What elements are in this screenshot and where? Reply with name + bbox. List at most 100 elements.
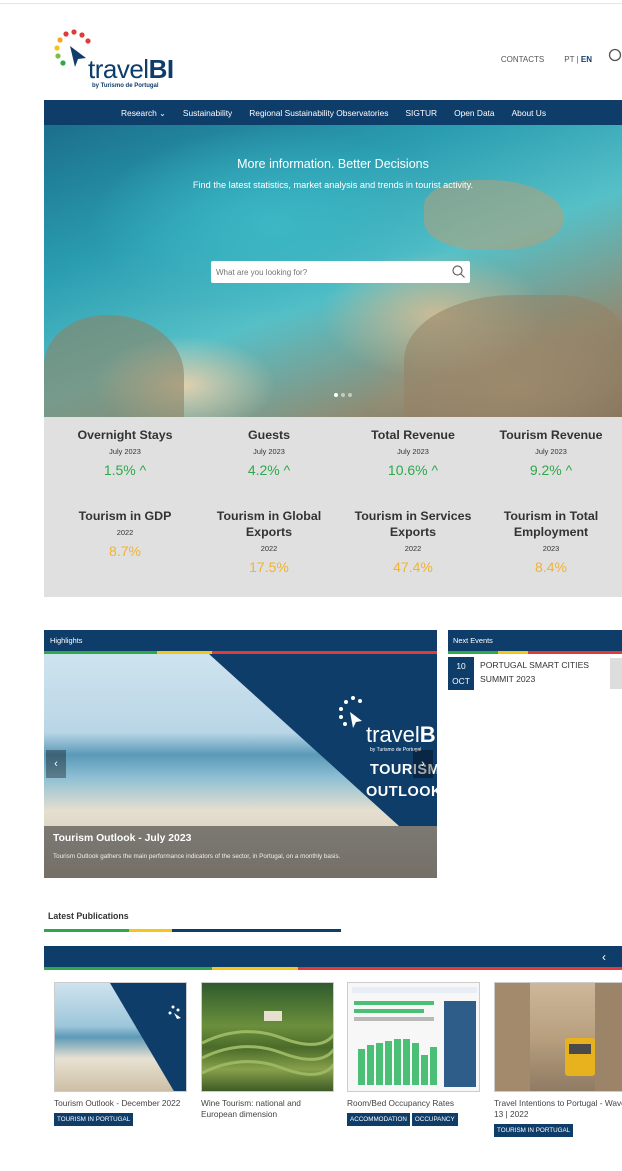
kpi-date: 2022 <box>404 544 422 553</box>
carousel-prev-button[interactable]: ‹ <box>46 750 66 778</box>
kpi-title: Tourism in Total Employment <box>503 509 599 539</box>
kpi-value: 1.5% ^ <box>103 462 147 478</box>
hero-search-input[interactable] <box>211 261 441 283</box>
search-icon[interactable] <box>606 48 622 64</box>
nav-item-sigtur[interactable]: SIGTUR <box>405 108 437 118</box>
kpi-global-exports[interactable]: Tourism in Global Exports 2022 17.5% <box>199 508 339 575</box>
tourism-outlook-cover-graphic <box>110 983 186 1091</box>
nav-item-about-us[interactable]: About Us <box>512 108 546 118</box>
tag-badge[interactable]: TOURISM IN PORTUGAL <box>494 1124 574 1137</box>
publication-title[interactable]: Room/Bed Occupancy Rates <box>347 1098 480 1109</box>
top-links: CONTACTS PT | EN <box>501 55 592 64</box>
publication-title[interactable]: Wine Tourism: national and European dime… <box>201 1098 334 1120</box>
publication-thumbnail[interactable] <box>201 982 334 1092</box>
logo-wordmark: travelBI <box>88 54 174 84</box>
tag-badge[interactable]: OCCUPANCY <box>411 1113 458 1126</box>
lang-en[interactable]: EN <box>581 55 592 64</box>
highlights-carousel[interactable]: travelBI by Turismo de Portugal TOURISM … <box>44 654 437 878</box>
lang-pt[interactable]: PT <box>564 55 574 64</box>
kpi-total-employment[interactable]: Tourism in Total Employment 2023 8.4% <box>481 508 621 575</box>
kpi-title: Tourism in Services Exports <box>354 509 472 539</box>
highlight-description: Tourism Outlook gathers the main perform… <box>53 853 341 860</box>
hero-search-box <box>211 261 470 283</box>
highlight-title[interactable]: Tourism Outlook - July 2023 <box>53 833 428 844</box>
kpi-date: July 2023 <box>253 447 285 456</box>
vineyard-graphic <box>202 1011 333 1076</box>
publications-prev-button[interactable]: ‹ <box>596 949 612 965</box>
kpi-value: 9.2% ^ <box>529 462 573 478</box>
publication-card[interactable]: Room/Bed Occupancy Rates ACCOMMODATION O… <box>347 982 480 1126</box>
carousel-next-button[interactable]: › <box>413 750 433 778</box>
event-date-badge: 10 OCT <box>448 657 474 690</box>
carousel-dot[interactable] <box>348 393 352 397</box>
kpi-tourism-revenue[interactable]: Tourism Revenue July 2023 9.2% ^ <box>481 427 621 478</box>
kpi-date: 2023 <box>542 544 560 553</box>
nav-item-research[interactable]: Research ⌄ <box>121 108 166 118</box>
main-nav: Research ⌄ Sustainability Regional Susta… <box>44 100 622 125</box>
kpi-date: July 2023 <box>535 447 567 456</box>
publication-title[interactable]: Tourism Outlook - December 2022 <box>54 1098 187 1109</box>
hero-carousel-dots <box>334 393 352 397</box>
hero-decoration <box>44 315 184 417</box>
kpi-title: Tourism in Global Exports <box>216 509 322 539</box>
kpi-services-exports[interactable]: Tourism in Services Exports 2022 47.4% <box>343 508 483 575</box>
chevron-down-icon: ⌄ <box>159 108 166 118</box>
top-divider <box>0 3 622 4</box>
carousel-dot[interactable] <box>334 393 338 397</box>
logo-subtitle: by Turismo de Portugal <box>92 83 159 89</box>
publication-card[interactable]: Tourism Outlook - December 2022 TOURISM … <box>54 982 187 1126</box>
hero-banner: More information. Better Decisions Find … <box>44 125 622 417</box>
highlight-brand: travelBI <box>366 722 437 747</box>
travelbi-logo[interactable]: travelBI by Turismo de Portugal <box>52 28 182 92</box>
kpi-guests[interactable]: Guests July 2023 4.2% ^ <box>199 427 339 478</box>
publication-title[interactable]: Travel Intentions to Portugal - Wave 13 … <box>494 1098 622 1120</box>
kpi-date: July 2023 <box>109 447 141 456</box>
kpi-value: 17.5% <box>249 559 289 575</box>
kpi-total-revenue[interactable]: Total Revenue July 2023 10.6% ^ <box>343 427 483 478</box>
hero-decoration <box>424 180 564 250</box>
kpi-title: Overnight Stays <box>77 428 173 442</box>
publication-thumbnail[interactable] <box>494 982 622 1092</box>
publication-tags: ACCOMMODATION OCCUPANCY <box>347 1113 480 1126</box>
publication-thumbnail[interactable] <box>54 982 187 1092</box>
occupancy-report-graphic <box>352 987 477 1087</box>
kpi-title: Guests <box>247 428 290 442</box>
publication-thumbnail[interactable] <box>347 982 480 1092</box>
color-stripe <box>448 651 622 654</box>
language-switcher[interactable]: PT | EN <box>564 55 592 64</box>
kpi-panel: Overnight Stays July 2023 1.5% ^ Guests … <box>44 417 622 597</box>
publication-tags: TOURISM IN PORTUGAL <box>494 1124 622 1137</box>
kpi-value: 4.2% ^ <box>247 462 291 478</box>
next-events-header: Next Events <box>448 630 622 651</box>
contacts-link[interactable]: CONTACTS <box>501 55 544 64</box>
kpi-value: 8.7% <box>109 543 141 559</box>
kpi-date: 2022 <box>116 528 134 537</box>
publications-bar: ‹ <box>44 946 622 967</box>
highlight-caption: Tourism Outlook - July 2023 Tourism Outl… <box>44 826 437 878</box>
kpi-tourism-gdp[interactable]: Tourism in GDP 2022 8.7% <box>55 508 195 559</box>
nav-item-sustainability[interactable]: Sustainability <box>183 108 232 118</box>
color-stripe <box>44 967 622 970</box>
kpi-title: Tourism Revenue <box>499 428 603 442</box>
publication-card[interactable]: Wine Tourism: national and European dime… <box>201 982 334 1120</box>
kpi-date: July 2023 <box>397 447 429 456</box>
tag-badge[interactable]: ACCOMMODATION <box>347 1113 410 1126</box>
search-icon[interactable] <box>451 264 466 279</box>
kpi-date: 2022 <box>260 544 278 553</box>
kpi-overnight-stays[interactable]: Overnight Stays July 2023 1.5% ^ <box>55 427 195 478</box>
nav-item-observatories[interactable]: Regional Sustainability Observatories <box>249 108 388 118</box>
kpi-value: 10.6% ^ <box>387 462 439 478</box>
nav-item-open-data[interactable]: Open Data <box>454 108 495 118</box>
event-title[interactable]: PORTUGAL SMART CITIES SUMMIT 2023 <box>480 658 610 686</box>
highlights-header: Highlights <box>44 630 437 651</box>
highlight-big-text: OUTLOOK <box>366 784 437 800</box>
kpi-title: Tourism in GDP <box>78 509 172 523</box>
carousel-dot[interactable] <box>341 393 345 397</box>
tag-badge[interactable]: TOURISM IN PORTUGAL <box>54 1113 134 1126</box>
kpi-value: 8.4% <box>535 559 567 575</box>
tram-street-graphic <box>495 983 622 1091</box>
publication-tags: TOURISM IN PORTUGAL <box>54 1113 187 1126</box>
publication-card[interactable]: Travel Intentions to Portugal - Wave 13 … <box>494 982 622 1137</box>
color-stripe <box>44 929 341 932</box>
events-next-button[interactable] <box>610 658 622 689</box>
